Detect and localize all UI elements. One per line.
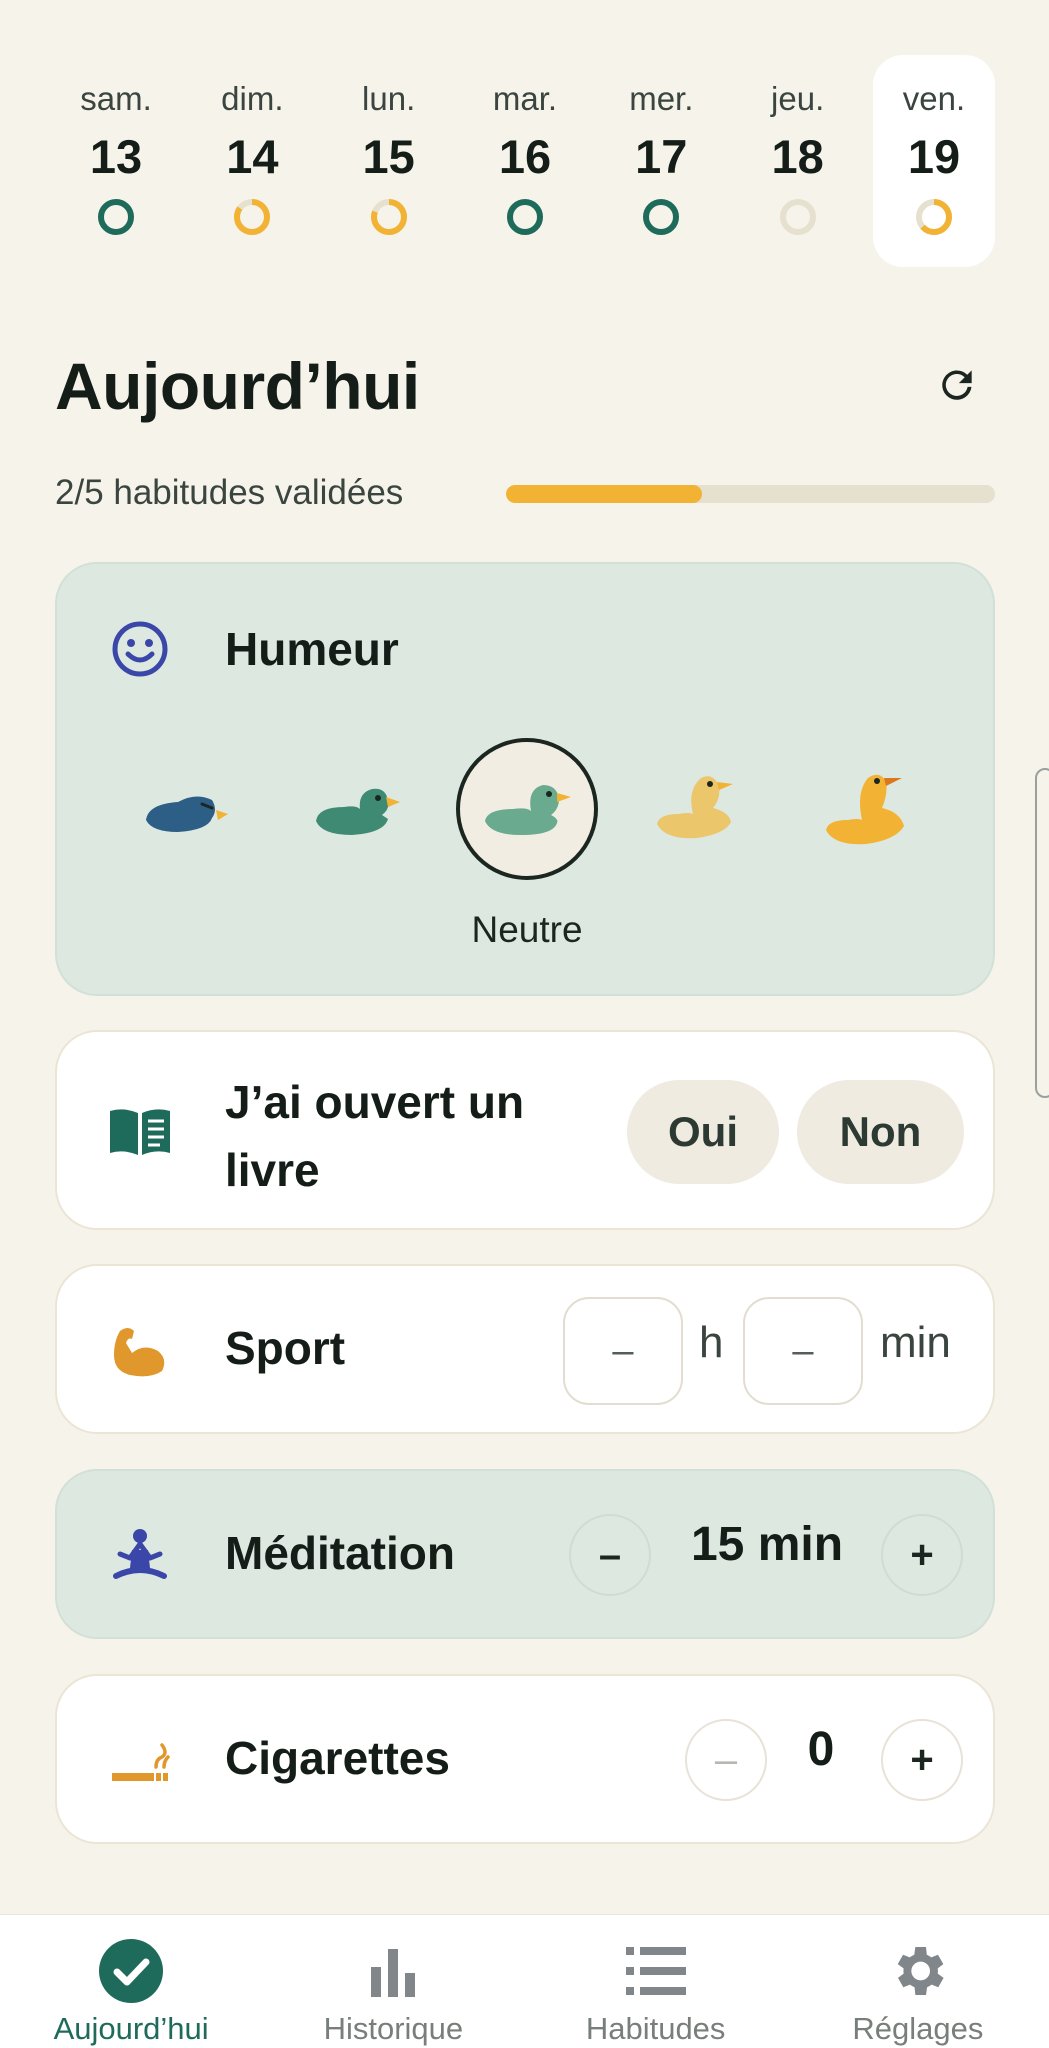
- progress-label: 2/5 habitudes validées: [55, 473, 404, 512]
- habit-label: J’ai ouvert un livre: [225, 1076, 525, 1196]
- cigarettes-value: 0: [807, 1723, 835, 1776]
- mood-option-happy[interactable]: [626, 738, 768, 880]
- mood-option-sad[interactable]: [287, 738, 429, 880]
- book-icon: [107, 1099, 173, 1165]
- day-name: lun.: [362, 80, 416, 117]
- mood-options: [117, 734, 937, 884]
- status-ring-empty-icon: [779, 199, 816, 235]
- habit-label: Cigarettes: [225, 1732, 450, 1784]
- progress-bar-fill: [506, 485, 702, 503]
- day-number: 15: [362, 130, 415, 183]
- meditation-value: 15 min: [690, 1518, 844, 1571]
- progress-bar: [506, 485, 995, 503]
- mood-option-very-sad[interactable]: [117, 738, 259, 880]
- mood-label: Humeur: [225, 623, 399, 675]
- cigarette-icon: [107, 1728, 173, 1794]
- check-circle-icon: [95, 1935, 167, 2007]
- habit-label: Méditation: [225, 1527, 455, 1579]
- status-ring-complete-icon: [98, 199, 134, 235]
- minutes-input[interactable]: –: [743, 1297, 863, 1405]
- day-thu-18[interactable]: jeu. 18: [737, 55, 859, 267]
- hours-input[interactable]: –: [563, 1297, 683, 1405]
- day-number: 13: [89, 130, 143, 183]
- status-ring-complete-icon: [643, 199, 680, 235]
- nav-label: Aujourd’hui: [53, 2011, 209, 2046]
- habit-card-sport: Sport – h – min: [55, 1264, 995, 1434]
- day-name: jeu.: [771, 80, 825, 117]
- day-name: sam.: [80, 80, 152, 117]
- bar-chart-icon: [357, 1935, 429, 2007]
- nav-item-settings[interactable]: Réglages: [787, 1915, 1049, 2048]
- yes-button[interactable]: Oui: [627, 1080, 779, 1184]
- hours-unit: h: [699, 1318, 724, 1367]
- day-fri-19-selected[interactable]: ven. 19: [872, 55, 995, 267]
- day-strip: sam. 13 dim. 14 lun. 15 mar. 16 mer. 17 …: [55, 55, 995, 267]
- refresh-button[interactable]: [932, 360, 982, 410]
- mood-option-neutral-selected[interactable]: [456, 738, 598, 880]
- nav-item-history[interactable]: Historique: [262, 1915, 524, 2048]
- happy-duck-icon: [656, 776, 733, 839]
- list-icon: [620, 1935, 692, 2007]
- smiley-icon: [107, 616, 173, 682]
- bottom-navigation: Aujourd’hui Historique Habitudes Réglage…: [0, 1914, 1049, 2048]
- day-number: 19: [907, 130, 961, 183]
- habit-card-meditation: Méditation – 15 min +: [55, 1469, 995, 1639]
- sad-duck-icon: [315, 788, 400, 835]
- mood-card: Humeur Neutre: [55, 562, 995, 996]
- refresh-icon: [942, 370, 972, 400]
- nav-label: Habitudes: [585, 2011, 726, 2046]
- decrement-button[interactable]: –: [685, 1719, 767, 1801]
- day-number: 14: [226, 130, 279, 183]
- status-ring-partial-icon: [370, 199, 407, 235]
- day-number: 16: [498, 130, 552, 183]
- mood-selected-caption: Neutre: [471, 909, 583, 950]
- increment-button[interactable]: +: [881, 1514, 963, 1596]
- decrement-button[interactable]: –: [569, 1514, 651, 1596]
- status-ring-complete-icon: [506, 199, 543, 235]
- day-name: dim.: [221, 80, 284, 117]
- meditation-icon: [107, 1523, 173, 1589]
- mood-option-very-happy[interactable]: [795, 738, 937, 880]
- day-mon-15[interactable]: lun. 15: [328, 55, 450, 267]
- day-name: ven.: [902, 80, 966, 117]
- nav-item-habits[interactable]: Habitudes: [525, 1915, 787, 2048]
- neutral-duck-icon: [485, 785, 571, 835]
- status-ring-partial-icon: [234, 199, 271, 235]
- flexed-biceps-icon: [107, 1318, 173, 1384]
- day-name: mar.: [492, 80, 558, 117]
- nav-label: Historique: [323, 2011, 464, 2046]
- gear-icon: [882, 1935, 954, 2007]
- scroll-handle[interactable]: [1035, 768, 1049, 1098]
- status-ring-partial-icon: [915, 199, 952, 235]
- nav-item-today[interactable]: Aujourd’hui: [0, 1915, 262, 2048]
- no-button[interactable]: Non: [797, 1080, 964, 1184]
- minutes-unit: min: [880, 1318, 951, 1367]
- habit-card-book: J’ai ouvert un livre Oui Non: [55, 1030, 995, 1230]
- day-sat-13[interactable]: sam. 13: [55, 55, 177, 267]
- very-happy-duck-icon: [826, 774, 904, 845]
- day-wed-17[interactable]: mer. 17: [600, 55, 722, 267]
- increment-button[interactable]: +: [881, 1719, 963, 1801]
- very-sad-duck-icon: [146, 796, 228, 832]
- nav-label: Réglages: [852, 2011, 984, 2046]
- day-number: 17: [635, 130, 688, 183]
- day-tue-16[interactable]: mar. 16: [464, 55, 586, 267]
- day-number: 18: [771, 130, 824, 183]
- day-sun-14[interactable]: dim. 14: [191, 55, 313, 267]
- habit-card-cigarettes: Cigarettes – 0 +: [55, 1674, 995, 1844]
- day-name: mer.: [629, 80, 694, 117]
- habit-label: Sport: [225, 1322, 346, 1374]
- page-title: Aujourd’hui: [55, 349, 420, 423]
